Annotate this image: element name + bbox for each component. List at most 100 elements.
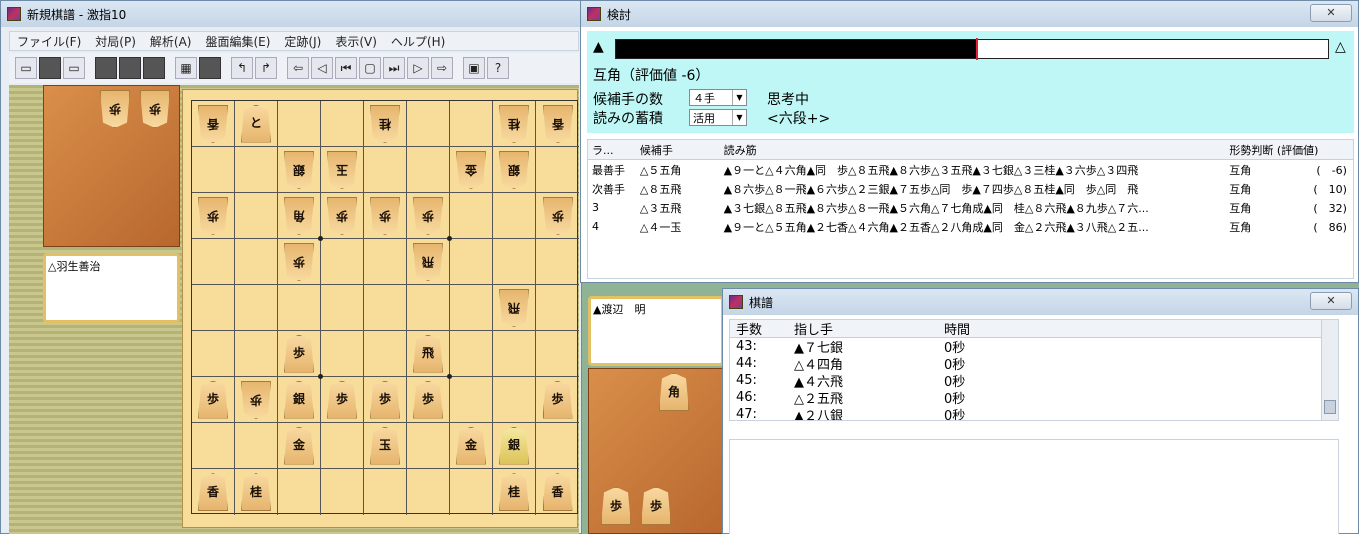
board-square[interactable]: 飛 <box>407 239 450 285</box>
col-time[interactable]: 時間 <box>938 320 982 338</box>
board-square[interactable] <box>364 469 407 515</box>
board-square[interactable] <box>407 285 450 331</box>
gote-piece[interactable]: 銀 <box>499 151 529 189</box>
candidate-select[interactable]: ４手 ▼ <box>689 89 747 106</box>
board-square[interactable]: 歩 <box>192 377 235 423</box>
board-square[interactable]: 香 <box>192 469 235 515</box>
sente-piece[interactable]: 銀 <box>499 426 529 465</box>
tool4-icon[interactable] <box>199 57 221 79</box>
gote-piece[interactable]: 飛 <box>499 289 529 327</box>
board-square[interactable]: 銀 <box>278 377 321 423</box>
board-square[interactable] <box>536 239 579 285</box>
board-square[interactable] <box>321 423 364 469</box>
sente-piece[interactable]: 香 <box>542 473 573 511</box>
comment-area[interactable] <box>729 439 1339 534</box>
monitor-icon[interactable]: ▣ <box>463 57 485 79</box>
first-icon[interactable]: ⏮ <box>335 57 357 79</box>
close-button[interactable]: ✕ <box>1310 292 1352 310</box>
gote-piece[interactable]: 飛 <box>413 243 443 281</box>
board-square[interactable]: 玉 <box>364 423 407 469</box>
board-square[interactable] <box>536 331 579 377</box>
help-icon[interactable]: ? <box>487 57 509 79</box>
board-square[interactable]: 桂 <box>493 469 536 515</box>
board-square[interactable]: 飛 <box>493 285 536 331</box>
gote-piece[interactable]: 玉 <box>327 151 357 189</box>
col-move[interactable]: 指し手 <box>788 320 938 338</box>
board-square[interactable]: 飛 <box>407 331 450 377</box>
sente-piece[interactable]: 歩 <box>413 380 443 419</box>
sente-piece[interactable]: 桂 <box>499 473 529 511</box>
board-square[interactable] <box>407 101 450 147</box>
board-square[interactable] <box>278 285 321 331</box>
board-square[interactable] <box>493 239 536 285</box>
board-square[interactable] <box>235 147 278 193</box>
board-square[interactable] <box>450 239 493 285</box>
save-icon[interactable]: ▭ <box>63 57 85 79</box>
board-square[interactable]: 銀 <box>493 147 536 193</box>
board-square[interactable] <box>450 285 493 331</box>
board-square[interactable] <box>450 193 493 239</box>
menu-item[interactable]: 盤面編集(E) <box>198 33 277 50</box>
flip2-icon[interactable]: ↱ <box>255 57 277 79</box>
col-judge[interactable]: 形勢判断 (評価値) <box>1225 142 1353 158</box>
board-square[interactable] <box>235 285 278 331</box>
board-square[interactable]: 歩 <box>278 331 321 377</box>
board-square[interactable] <box>536 423 579 469</box>
board-square[interactable] <box>364 331 407 377</box>
board-square[interactable] <box>493 193 536 239</box>
gote-piece[interactable]: 香 <box>543 105 573 143</box>
sente-piece[interactable]: 歩 <box>198 380 228 419</box>
store-select[interactable]: 活用 ▼ <box>689 109 747 126</box>
board-square[interactable] <box>450 377 493 423</box>
sente-piece[interactable]: 金 <box>284 426 314 465</box>
board-square[interactable] <box>192 331 235 377</box>
main-title-bar[interactable]: 新規棋譜 - 激指10 <box>1 1 581 27</box>
board-square[interactable]: 角 <box>278 193 321 239</box>
board-square[interactable]: 歩 <box>321 377 364 423</box>
gote-piece[interactable]: 香 <box>198 105 228 143</box>
board-square[interactable]: 歩 <box>364 193 407 239</box>
board-square[interactable] <box>450 101 493 147</box>
board-square[interactable]: 金 <box>278 423 321 469</box>
sente-piece[interactable]: 飛 <box>413 334 443 373</box>
board-square[interactable]: 歩 <box>364 377 407 423</box>
sente-piece[interactable]: 歩 <box>370 380 400 419</box>
board-square[interactable]: 香 <box>536 101 579 147</box>
new-icon[interactable]: ▭ <box>15 57 37 79</box>
sente-hand-piece[interactable]: 歩 <box>641 487 671 525</box>
col-line[interactable]: 読み筋 <box>720 142 1226 158</box>
board-square[interactable] <box>493 331 536 377</box>
back-icon[interactable]: ◁ <box>311 57 333 79</box>
board-square[interactable] <box>407 147 450 193</box>
board-square[interactable]: 歩 <box>407 193 450 239</box>
board-square[interactable] <box>235 239 278 285</box>
board-square[interactable]: 歩 <box>235 377 278 423</box>
board-square[interactable] <box>493 377 536 423</box>
board-square[interactable]: 歩 <box>321 193 364 239</box>
gote-piece[interactable]: 金 <box>456 151 486 189</box>
kifu-row[interactable]: 46: △２五飛 0秒 <box>730 389 1338 407</box>
col-number[interactable]: 手数 <box>730 320 788 338</box>
kifu-row[interactable]: 45: ▲４六飛 0秒 <box>730 372 1338 390</box>
last-icon[interactable]: ⏭ <box>383 57 405 79</box>
board-square[interactable]: 金 <box>450 423 493 469</box>
gote-piece[interactable]: 角 <box>284 197 314 235</box>
menu-item[interactable]: 対局(P) <box>88 33 143 50</box>
board-square[interactable] <box>321 239 364 285</box>
board-square[interactable]: 金 <box>450 147 493 193</box>
gote-piece[interactable]: 歩 <box>543 197 573 235</box>
board-square[interactable] <box>235 423 278 469</box>
board-square[interactable] <box>192 423 235 469</box>
gote-hand-piece[interactable]: 歩 <box>140 90 170 128</box>
forward-all-icon[interactable]: ⇨ <box>431 57 453 79</box>
sente-hand-piece[interactable]: 歩 <box>601 487 631 525</box>
menu-item[interactable]: 表示(V) <box>328 33 384 50</box>
board-square[interactable] <box>192 147 235 193</box>
board-square[interactable]: 桂 <box>493 101 536 147</box>
gote-piece[interactable]: 歩 <box>413 197 443 235</box>
col-move[interactable]: 候補手 <box>636 142 720 158</box>
stop-icon[interactable]: ▢ <box>359 57 381 79</box>
board-square[interactable] <box>235 193 278 239</box>
candidate-row[interactable]: 最善手 △５五角 ▲９一と△４六角▲同 歩△８五飛▲８六歩△３五飛▲３七銀△３三桂▲… <box>588 160 1353 179</box>
board-square[interactable] <box>364 285 407 331</box>
